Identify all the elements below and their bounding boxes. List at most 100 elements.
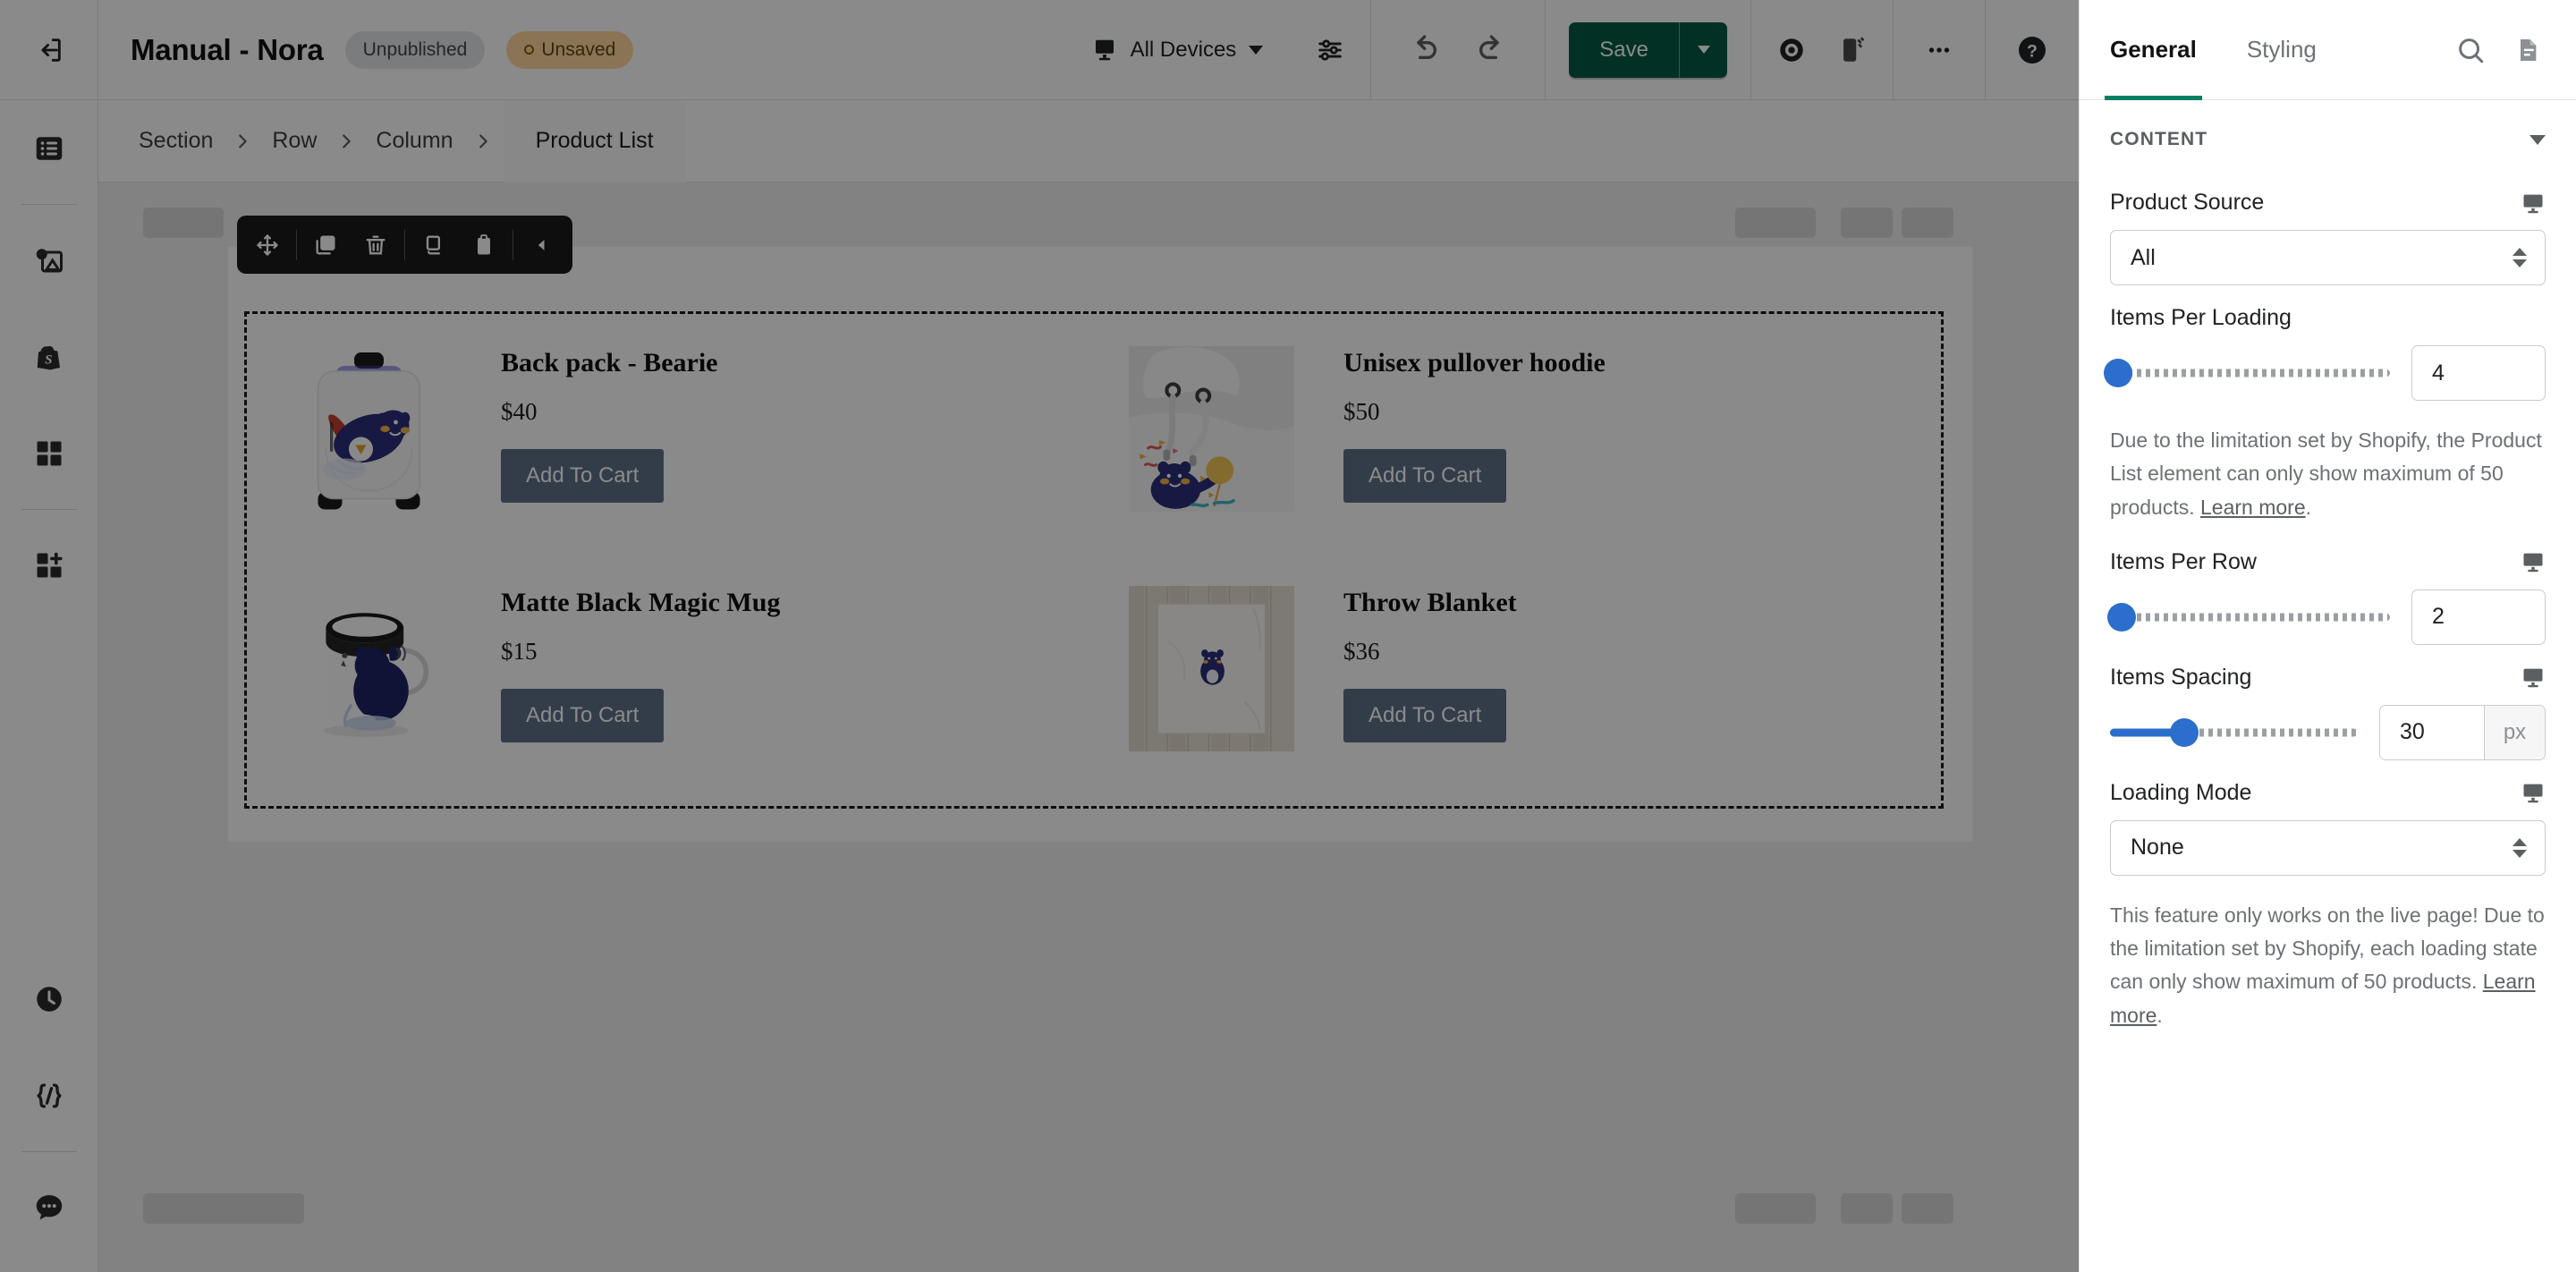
slider-thumb[interactable] xyxy=(2104,359,2133,387)
document-icon xyxy=(2513,36,2542,64)
status-badge-unpublished: Unpublished xyxy=(344,30,486,69)
delete-trash-icon xyxy=(363,233,388,258)
chat-bubble-icon xyxy=(32,1191,66,1225)
sidebar-item-history[interactable] xyxy=(0,951,98,1047)
add-to-cart-button[interactable]: Add To Cart xyxy=(1343,449,1507,503)
items-per-loading-slider[interactable] xyxy=(2104,358,2390,388)
product-title: Back pack - Bearie xyxy=(501,348,718,377)
add-to-cart-button[interactable]: Add To Cart xyxy=(501,689,665,742)
items-spacing-unit[interactable]: px xyxy=(2484,705,2545,759)
question-mark-icon: ? xyxy=(2016,34,2048,66)
delete-element-button[interactable] xyxy=(351,216,401,274)
undo-button[interactable] xyxy=(1393,32,1453,68)
add-to-cart-button[interactable]: Add To Cart xyxy=(1343,689,1507,742)
placeholder-block xyxy=(1902,1193,1953,1224)
collapse-toolbar-button[interactable] xyxy=(517,216,567,274)
sidebar-divider xyxy=(21,1151,77,1152)
field-label: Items Spacing xyxy=(2110,664,2252,690)
desktop-icon[interactable] xyxy=(2521,665,2546,690)
sidebar-item-add-element[interactable] xyxy=(0,517,98,614)
product-card[interactable]: Matte Black Magic Mug $15 Add To Cart xyxy=(279,579,1066,781)
panel-search-button[interactable] xyxy=(2447,0,2494,100)
preferences-button[interactable] xyxy=(1290,0,1372,100)
sliders-icon xyxy=(1315,35,1345,65)
product-source-select[interactable]: All xyxy=(2110,230,2546,285)
chevron-right-icon xyxy=(336,131,356,151)
field-items-per-row: Items Per Row 2 xyxy=(2080,549,2576,645)
tab-general[interactable]: General xyxy=(2105,0,2202,100)
settings-panel-tabs: General Styling xyxy=(2080,0,2576,100)
loading-mode-select[interactable]: None xyxy=(2110,819,2546,876)
field-header: Items Per Loading xyxy=(2110,305,2546,331)
field-items-per-loading: Items Per Loading 4 xyxy=(2080,305,2576,401)
product-list-element[interactable]: Back pack - Bearie $40 Add To Cart Unise… xyxy=(244,311,1944,809)
placeholder-block xyxy=(1735,1193,1816,1224)
breadcrumb-item-row[interactable]: Row xyxy=(263,128,326,154)
desktop-icon[interactable] xyxy=(2521,780,2546,805)
page-surface[interactable]: Back pack - Bearie $40 Add To Cart Unise… xyxy=(228,216,1972,842)
paste-style-icon xyxy=(471,233,496,258)
desktop-icon[interactable] xyxy=(2521,191,2546,216)
sidebar-item-shopify[interactable]: S xyxy=(0,309,98,405)
device-preview-button[interactable] xyxy=(1837,35,1868,65)
svg-text:S: S xyxy=(45,353,52,368)
elements-grid-icon xyxy=(33,437,65,470)
tab-styling[interactable]: Styling xyxy=(2241,0,2322,100)
device-selector-label: All Devices xyxy=(1130,37,1237,62)
history-clock-icon xyxy=(33,983,65,1015)
product-title: Unisex pullover hoodie xyxy=(1343,348,1606,377)
slider-thumb[interactable] xyxy=(2170,717,2199,747)
breadcrumb-item-product-list[interactable]: Product List xyxy=(503,99,686,182)
copy-style-button[interactable] xyxy=(409,216,459,274)
top-toolbar: Manual - Nora Unpublished Unsaved All De… xyxy=(0,0,2079,100)
add-to-cart-button[interactable]: Add To Cart xyxy=(501,449,665,503)
desktop-icon[interactable] xyxy=(2521,549,2546,574)
undo-icon xyxy=(1405,32,1441,68)
sidebar-item-media[interactable] xyxy=(0,212,98,309)
more-options-button[interactable] xyxy=(1894,0,1986,100)
sidebar-item-custom-code[interactable] xyxy=(0,1047,98,1144)
learn-more-link[interactable]: Learn more xyxy=(2200,496,2306,519)
items-per-row-input[interactable]: 2 xyxy=(2411,589,2546,645)
paste-style-button[interactable] xyxy=(459,216,509,274)
preview-button[interactable] xyxy=(1776,35,1807,65)
redo-button[interactable] xyxy=(1462,32,1523,68)
slider-thumb[interactable] xyxy=(2106,602,2136,632)
sidebar-item-layers[interactable] xyxy=(0,100,98,197)
items-spacing-slider[interactable] xyxy=(2110,717,2358,748)
backpack-bearie-image xyxy=(279,339,458,518)
help-button[interactable]: ? xyxy=(1986,0,2079,100)
duplicate-element-button[interactable] xyxy=(301,216,351,274)
panel-notes-button[interactable] xyxy=(2504,0,2551,100)
slider-row: 4 xyxy=(2104,345,2546,401)
items-spacing-input[interactable]: 30 xyxy=(2380,706,2484,759)
move-element-button[interactable] xyxy=(242,216,292,274)
placeholder-block xyxy=(1902,208,1953,238)
product-card[interactable]: Unisex pullover hoodie $50 Add To Cart xyxy=(1122,339,1909,541)
back-button[interactable] xyxy=(0,0,98,100)
device-preview-icon xyxy=(1837,35,1868,65)
items-per-row-slider[interactable] xyxy=(2106,602,2390,632)
add-element-icon xyxy=(33,549,65,581)
save-button-group: Save xyxy=(1569,21,1727,78)
product-title: Matte Black Magic Mug xyxy=(501,588,781,617)
breadcrumb-item-column[interactable]: Column xyxy=(367,128,462,154)
eye-icon xyxy=(1776,35,1807,65)
sidebar-item-elements[interactable] xyxy=(0,405,98,502)
field-label: Loading Mode xyxy=(2110,779,2252,805)
save-area: Save xyxy=(1546,0,1751,100)
toolbar-divider xyxy=(296,229,297,260)
items-per-loading-input[interactable]: 4 xyxy=(2411,345,2546,401)
save-dropdown-button[interactable] xyxy=(1679,21,1727,78)
product-card[interactable]: Throw Blanket $36 Add To Cart xyxy=(1122,579,1909,781)
field-header: Loading Mode xyxy=(2110,780,2546,806)
content-section-header[interactable]: CONTENT xyxy=(2080,100,2576,170)
editor-canvas[interactable]: Back pack - Bearie $40 Add To Cart Unise… xyxy=(98,182,2079,1272)
updown-arrows-icon xyxy=(2512,248,2527,267)
save-button[interactable]: Save xyxy=(1569,22,1679,78)
breadcrumb-item-section[interactable]: Section xyxy=(130,128,222,154)
device-selector[interactable]: All Devices xyxy=(1064,0,1291,100)
content-section-title: CONTENT xyxy=(2110,129,2208,149)
sidebar-item-chat[interactable] xyxy=(0,1159,98,1256)
product-card[interactable]: Back pack - Bearie $40 Add To Cart xyxy=(279,339,1066,541)
